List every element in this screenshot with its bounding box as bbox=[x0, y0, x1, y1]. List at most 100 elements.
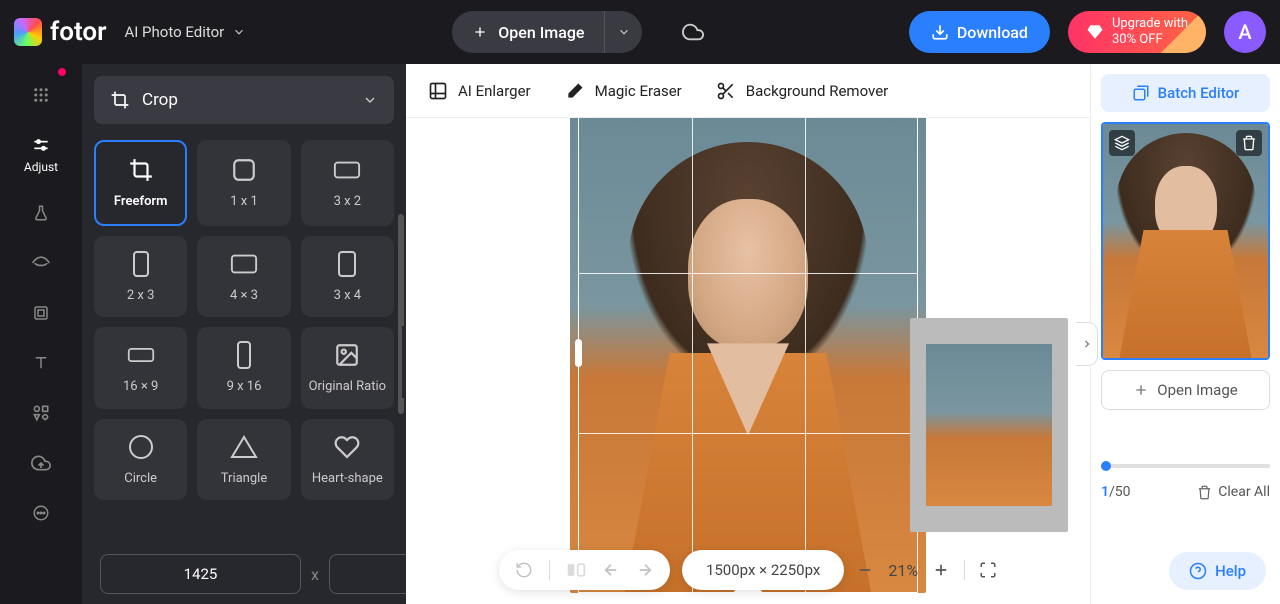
batch-editor-button[interactable]: Batch Editor bbox=[1101, 74, 1270, 112]
minimap[interactable] bbox=[910, 318, 1068, 532]
crop-tile-circle[interactable]: Circle bbox=[94, 419, 187, 501]
flask-icon bbox=[32, 204, 50, 222]
crop-tile-9x16[interactable]: 9 x 16 bbox=[197, 327, 290, 409]
crop-tile-triangle[interactable]: Triangle bbox=[197, 419, 290, 501]
ai-enlarger-button[interactable]: AI Enlarger bbox=[428, 81, 531, 101]
rail-cloud[interactable] bbox=[30, 452, 52, 474]
rail-adjust[interactable]: Adjust bbox=[24, 134, 58, 174]
rail-adjust-label: Adjust bbox=[24, 160, 58, 174]
rect-wide-icon bbox=[230, 252, 258, 276]
plus-icon bbox=[1133, 382, 1149, 398]
crop-tile-3x2[interactable]: 3 x 2 bbox=[301, 140, 394, 226]
upgrade-button[interactable]: Upgrade with 30% OFF bbox=[1068, 11, 1206, 53]
crop-tile-4x3[interactable]: 4 × 3 bbox=[197, 236, 290, 318]
canvas-main[interactable] bbox=[406, 118, 1090, 604]
more-icon bbox=[32, 504, 50, 522]
thumbnail-layers-button[interactable] bbox=[1109, 130, 1135, 156]
rail-frames[interactable] bbox=[30, 302, 52, 324]
text-icon bbox=[32, 354, 50, 372]
trash-icon bbox=[1241, 135, 1257, 151]
crop-tile-3x4[interactable]: 3 x 4 bbox=[301, 236, 394, 318]
image-thumbnail[interactable] bbox=[1101, 122, 1270, 360]
crop-handle-bottom[interactable] bbox=[734, 589, 762, 596]
crop-tile-freeform[interactable]: Freeform bbox=[94, 140, 187, 226]
ai-tools-row: AI Enlarger Magic Eraser Background Remo… bbox=[406, 64, 1090, 118]
rail-effects[interactable] bbox=[30, 202, 52, 224]
canvas-footer: 1500px × 2250px 21% bbox=[406, 550, 1090, 590]
zoom-in-button[interactable] bbox=[932, 561, 950, 579]
magic-eraser-button[interactable]: Magic Eraser bbox=[565, 81, 682, 101]
square-icon bbox=[32, 304, 50, 322]
minus-icon bbox=[856, 561, 874, 579]
canvas-area: AI Enlarger Magic Eraser Background Remo… bbox=[406, 64, 1090, 604]
open-image-button[interactable]: Open Image bbox=[452, 23, 604, 42]
logo[interactable]: fotor bbox=[14, 17, 106, 47]
notification-dot bbox=[58, 68, 66, 76]
dims-separator: x bbox=[311, 565, 319, 584]
grid-icon bbox=[32, 86, 50, 104]
crop-tile-original[interactable]: Original Ratio bbox=[301, 327, 394, 409]
crop-overlay[interactable] bbox=[570, 118, 926, 593]
chevron-down-icon bbox=[617, 25, 631, 39]
cloud-button[interactable] bbox=[682, 21, 704, 43]
expand-right-panel-button[interactable] bbox=[1076, 322, 1098, 366]
cloud-icon bbox=[682, 21, 704, 43]
rail-apps[interactable] bbox=[30, 84, 52, 106]
ai-photo-editor-label: AI Photo Editor bbox=[124, 23, 224, 41]
open-image-dropdown[interactable] bbox=[604, 11, 642, 53]
crop-tile-2x3[interactable]: 2 x 3 bbox=[94, 236, 187, 318]
crop-tile-heart[interactable]: Heart-shape bbox=[301, 419, 394, 501]
compare-button[interactable] bbox=[566, 562, 586, 578]
maximize-icon bbox=[979, 561, 997, 579]
download-label: Download bbox=[957, 23, 1028, 42]
open-image-side-button[interactable]: Open Image bbox=[1101, 370, 1270, 410]
fit-screen-button[interactable] bbox=[979, 561, 997, 579]
enlarge-icon bbox=[428, 81, 448, 101]
photo-preview[interactable] bbox=[570, 118, 926, 593]
trash-icon bbox=[1197, 485, 1212, 500]
plus-icon bbox=[932, 561, 950, 579]
zoom-controls: 21% bbox=[856, 560, 997, 580]
eye-icon bbox=[31, 253, 51, 273]
diamond-icon bbox=[1086, 23, 1104, 41]
compare-icon bbox=[566, 562, 586, 578]
rail-beauty[interactable] bbox=[30, 252, 52, 274]
thumbnail-footer: 1/50 Clear All bbox=[1101, 484, 1270, 500]
sliders-icon bbox=[31, 135, 51, 155]
help-button[interactable]: Help bbox=[1169, 552, 1266, 590]
crop-icon bbox=[110, 90, 130, 110]
undo-button[interactable] bbox=[602, 561, 620, 579]
open-image-label: Open Image bbox=[498, 23, 584, 42]
crop-icon bbox=[128, 157, 154, 183]
redo-button[interactable] bbox=[636, 561, 654, 579]
rail-elements[interactable] bbox=[30, 402, 52, 424]
rect-tall-icon bbox=[131, 250, 151, 278]
crop-title: Crop bbox=[142, 90, 350, 110]
history-button[interactable] bbox=[515, 561, 533, 579]
chevron-right-icon bbox=[1081, 338, 1093, 350]
ai-photo-editor-menu[interactable]: AI Photo Editor bbox=[124, 23, 246, 41]
rail-more[interactable] bbox=[30, 502, 52, 524]
square-icon bbox=[231, 157, 257, 183]
clear-all-button[interactable]: Clear All bbox=[1197, 484, 1270, 500]
zoom-out-button[interactable] bbox=[856, 561, 874, 579]
background-remover-button[interactable]: Background Remover bbox=[716, 81, 888, 101]
crop-width-input[interactable] bbox=[100, 554, 301, 594]
open-image-button-group: Open Image bbox=[452, 11, 642, 53]
arrow-left-icon bbox=[602, 561, 620, 579]
circle-icon bbox=[127, 433, 155, 461]
help-icon bbox=[1189, 562, 1207, 580]
crop-handle-left[interactable] bbox=[575, 339, 582, 367]
crop-tile-16x9[interactable]: 16 × 9 bbox=[94, 327, 187, 409]
cloud-upload-icon bbox=[31, 453, 51, 473]
crop-tile-1x1[interactable]: 1 x 1 bbox=[197, 140, 290, 226]
download-button[interactable]: Download bbox=[909, 11, 1050, 53]
thumbnail-slider[interactable] bbox=[1101, 464, 1270, 468]
crop-dropdown[interactable]: Crop bbox=[94, 76, 394, 124]
triangle-icon bbox=[230, 434, 258, 460]
avatar[interactable]: A bbox=[1224, 11, 1266, 53]
left-rail: Adjust bbox=[0, 64, 82, 604]
thumbnail-delete-button[interactable] bbox=[1236, 130, 1262, 156]
zoom-level: 21% bbox=[888, 561, 918, 580]
rail-text[interactable] bbox=[30, 352, 52, 374]
